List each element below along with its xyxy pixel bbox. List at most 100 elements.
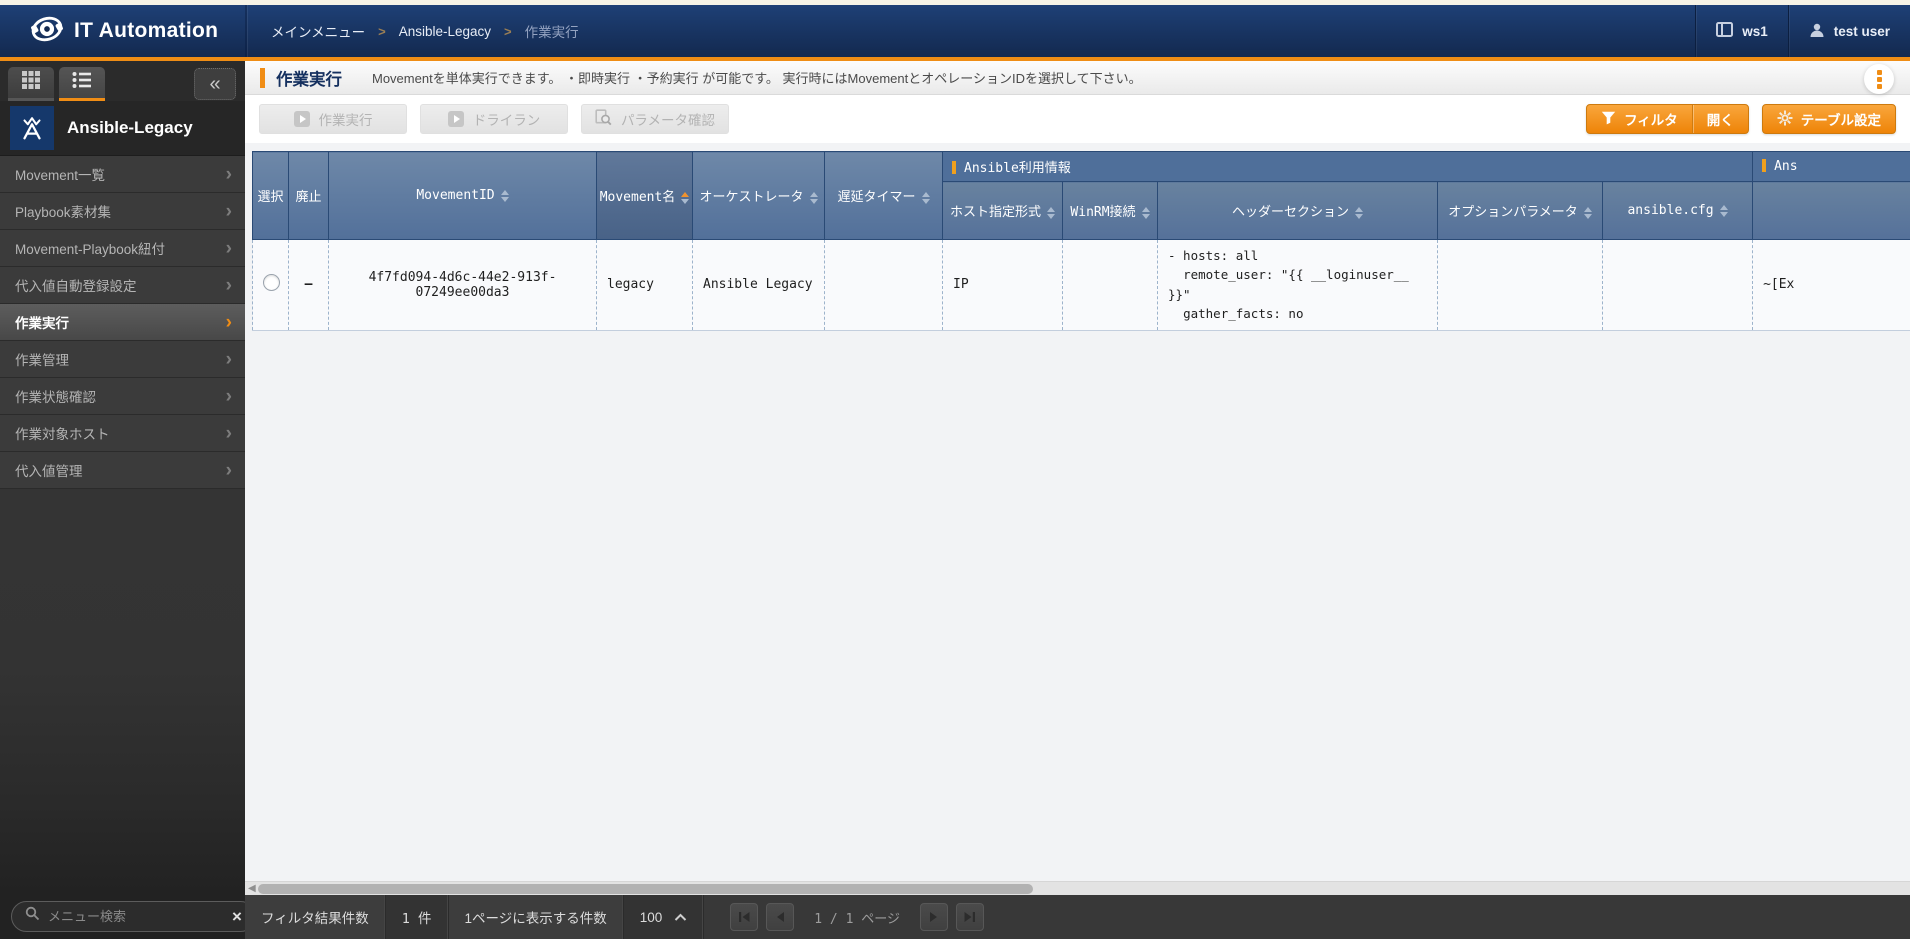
- row-ansible-cfg-cell: [1601, 239, 1754, 331]
- horizontal-scrollbar[interactable]: ◀: [245, 881, 1910, 895]
- row-header-section-cell: - hosts: all remote_user: "{{ __loginuse…: [1157, 239, 1438, 331]
- sidebar-empty-area: [0, 489, 245, 893]
- chevron-right-icon: ›: [225, 163, 232, 185]
- chevron-right-icon: ›: [225, 385, 232, 407]
- tab-menu-list[interactable]: [59, 67, 105, 101]
- table-settings-button[interactable]: テーブル設定: [1761, 104, 1896, 134]
- row-discard-cell: —: [288, 239, 329, 331]
- sidebar-tabs: «: [0, 61, 245, 101]
- parameter-check-button[interactable]: パラメータ確認: [581, 104, 729, 134]
- sidebar-search-area: ×: [0, 893, 256, 939]
- play-icon: [447, 111, 464, 127]
- table-viewport: 選択 廃止 MovementID Movement名 オーケストレータ 遅延タイ…: [245, 143, 1910, 881]
- sidebar-item-operation-status[interactable]: 作業状態確認 ›: [0, 378, 245, 415]
- row-delay-timer-cell: [824, 239, 943, 331]
- sidebar-item-substitution-management[interactable]: 代入値管理 ›: [0, 452, 245, 489]
- sidebar-group-title: Ansible-Legacy: [67, 118, 193, 137]
- table-footer: フィルタ結果件数 1 件 1ページに表示する件数 100 1 / 1 ページ: [245, 895, 1910, 939]
- magnifier-document-icon: [595, 109, 612, 129]
- collapse-icon: «: [209, 73, 221, 95]
- chevron-right-icon: ›: [225, 422, 232, 444]
- row-movement-name-cell: legacy: [596, 239, 693, 331]
- clear-search-icon[interactable]: ×: [232, 908, 242, 925]
- main-area: 作業実行 Movementを単体実行できます。 ・即時実行 ・予約実行 が可能で…: [245, 61, 1910, 939]
- sort-asc-icon: [681, 191, 690, 204]
- filter-button[interactable]: フィルタ: [1587, 105, 1692, 133]
- user-menu[interactable]: test user: [1787, 5, 1910, 57]
- first-page-button[interactable]: [730, 903, 759, 931]
- menu-search-input[interactable]: [48, 908, 224, 924]
- workspace-switcher[interactable]: ws1: [1695, 5, 1788, 57]
- filter-split-button: フィルタ 開く: [1586, 104, 1749, 134]
- row-host-format-cell: IP: [942, 239, 1063, 331]
- sidebar-menu-header: Ansible-Legacy: [0, 101, 245, 156]
- page-description: Movementを単体実行できます。 ・即時実行 ・予約実行 が可能です。 実行…: [372, 71, 1142, 86]
- breadcrumb-ansible-legacy[interactable]: Ansible-Legacy: [399, 24, 491, 39]
- play-icon: [293, 111, 310, 127]
- chevron-right-icon: ›: [225, 274, 232, 296]
- column-header-discard: 廃止: [288, 151, 329, 240]
- sidebar-item-substitution-auto-register[interactable]: 代入値自動登録設定 ›: [0, 267, 245, 304]
- column-header-header-section[interactable]: ヘッダーセクション: [1157, 181, 1438, 240]
- dry-run-button[interactable]: ドライラン: [420, 104, 568, 134]
- column-header-delay-timer[interactable]: 遅延タイマー: [824, 151, 943, 240]
- sidebar: « Ansible-Legacy Movement一覧 › Playbook素材集…: [0, 61, 256, 939]
- breadcrumb-separator-icon: >: [504, 23, 512, 39]
- sidebar-item-movement-list[interactable]: Movement一覧 ›: [0, 156, 245, 193]
- list-icon: [72, 71, 92, 94]
- menu-search-box[interactable]: ×: [11, 900, 256, 932]
- column-header-winrm[interactable]: WinRM接続: [1062, 181, 1158, 240]
- next-page-button[interactable]: [919, 903, 948, 931]
- column-header-orchestrator[interactable]: オーケストレータ: [692, 151, 825, 240]
- chevron-right-icon: ›: [225, 348, 232, 370]
- sidebar-item-execute[interactable]: 作業実行 ›: [0, 304, 245, 341]
- sidebar-item-movement-playbook-link[interactable]: Movement-Playbook紐付 ›: [0, 230, 245, 267]
- page-header: 作業実行 Movementを単体実行できます。 ・即時実行 ・予約実行 が可能で…: [245, 61, 1910, 95]
- page-size-select[interactable]: 100: [623, 895, 705, 939]
- prev-page-button[interactable]: [766, 903, 795, 931]
- column-header-host-format[interactable]: ホスト指定形式: [942, 181, 1063, 240]
- sidebar-item-operation-management[interactable]: 作業管理 ›: [0, 341, 245, 378]
- execute-button[interactable]: 作業実行: [259, 104, 407, 134]
- filter-result-label: フィルタ結果件数: [245, 895, 386, 939]
- breadcrumb-main-menu[interactable]: メインメニュー: [271, 21, 365, 41]
- action-toolbar: 作業実行 ドライラン パラメータ確認 フィルタ 開く テーブル設定: [245, 95, 1910, 143]
- group-header-ansible-info: Ansible利用情報: [941, 151, 1754, 182]
- scrollbar-thumb[interactable]: [258, 884, 1033, 894]
- column-header-ansible-cfg[interactable]: ansible.cfg: [1601, 181, 1754, 240]
- grid-icon: [21, 70, 41, 95]
- first-page-icon: [738, 912, 750, 922]
- page-title-accent: [260, 67, 265, 88]
- chevron-right-icon: ›: [225, 459, 232, 481]
- tab-menu-grid[interactable]: [8, 67, 54, 101]
- breadcrumb: メインメニュー > Ansible-Legacy > 作業実行: [271, 5, 579, 57]
- app-brand[interactable]: IT Automation: [0, 5, 245, 57]
- chevron-up-icon: [674, 910, 687, 925]
- topbar-right: ws1 test user: [1695, 5, 1910, 57]
- column-header-movement-name[interactable]: Movement名: [596, 151, 693, 240]
- scroll-left-icon[interactable]: ◀: [248, 882, 256, 896]
- content-panel: 作業実行 ドライラン パラメータ確認 フィルタ 開く テーブル設定 選択 廃止 …: [245, 95, 1910, 939]
- column-header-option-params[interactable]: オプションパラメータ: [1437, 181, 1603, 240]
- breadcrumb-current-page: 作業実行: [524, 25, 579, 40]
- workspace-icon: [1716, 22, 1734, 40]
- row-winrm-cell: [1062, 239, 1158, 331]
- filter-open-button[interactable]: 開く: [1691, 105, 1748, 133]
- sidebar-item-target-host[interactable]: 作業対象ホスト ›: [0, 415, 245, 452]
- sort-icon: [1719, 204, 1728, 217]
- kebab-menu-icon[interactable]: [1864, 64, 1894, 94]
- sidebar-item-playbook-files[interactable]: Playbook素材集 ›: [0, 193, 245, 230]
- radio-button[interactable]: [263, 274, 280, 292]
- column-header-movement-id[interactable]: MovementID: [328, 151, 597, 240]
- user-name: test user: [1833, 23, 1890, 39]
- page-title: 作業実行: [276, 70, 342, 89]
- ansible-legacy-icon: [10, 106, 54, 150]
- group-tick-icon: [952, 161, 956, 174]
- column-header-select: 選択: [252, 151, 289, 240]
- row-movement-id-cell: 4f7fd094-4d6c-44e2-913f-07249ee00da3: [328, 239, 597, 331]
- row-select-cell: [252, 239, 289, 331]
- sort-icon: [809, 191, 818, 204]
- sidebar-collapse-button[interactable]: «: [194, 68, 236, 100]
- row-truncated-cell: ~[Ex: [1752, 239, 1910, 331]
- last-page-button[interactable]: [955, 903, 984, 931]
